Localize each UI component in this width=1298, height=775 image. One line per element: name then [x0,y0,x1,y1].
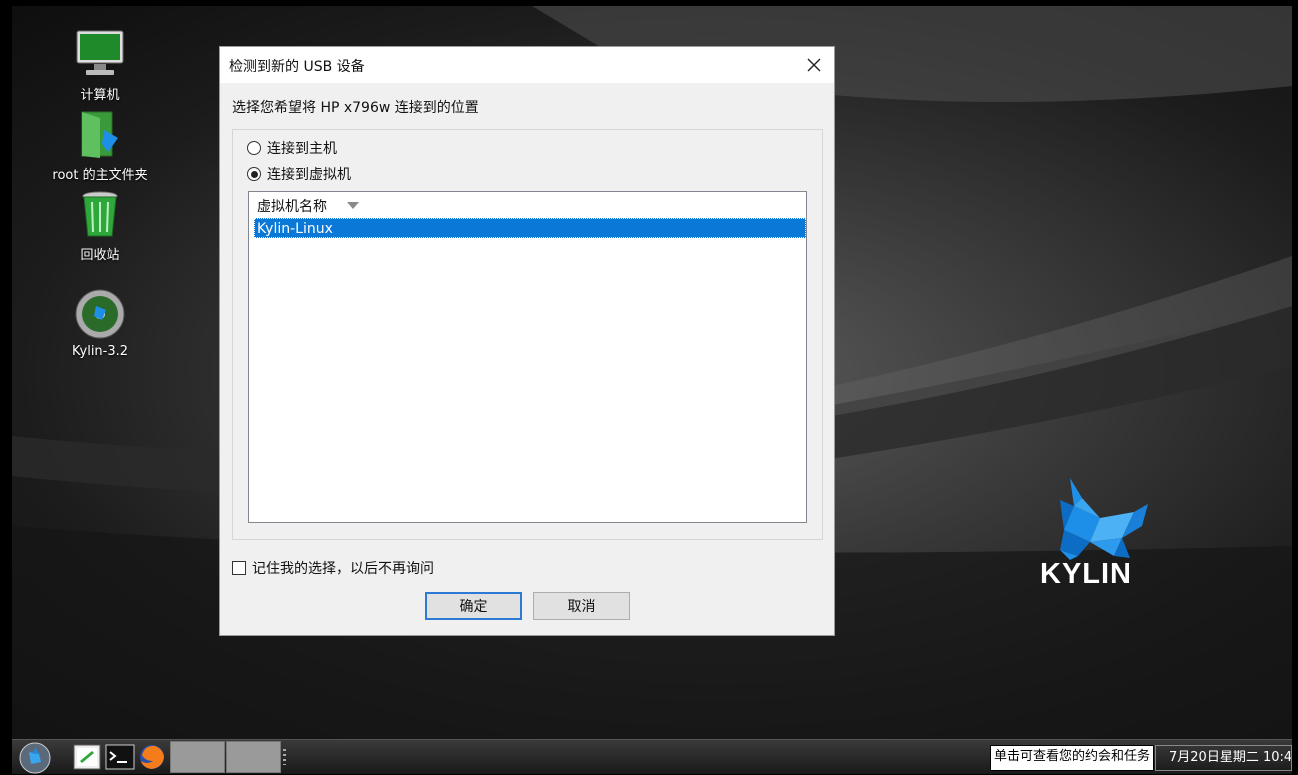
connection-options-group: 连接到主机 连接到虚拟机 虚拟机名称 Kylin-Linux [232,129,823,540]
desktop-icon-label: 回收站 [80,248,120,263]
remember-label: 记住我的选择，以后不再询问 [252,561,434,577]
disc-icon [75,289,125,339]
desktop-icon-label: 计算机 [80,88,120,103]
vm-list-header[interactable]: 虚拟机名称 [249,192,806,217]
desktop-icon-computer[interactable]: 计算机 [45,28,155,103]
desktop-icon-disc[interactable]: Kylin-3.2 [45,288,155,359]
dialog-titlebar[interactable]: 检测到新的 USB 设备 [220,47,834,83]
start-menu-icon[interactable] [19,742,51,774]
desktop-icon-label: Kylin-3.2 [71,344,129,359]
dialog-prompt: 选择您希望将 HP x796w 连接到的位置 [232,100,479,116]
trash-icon [82,191,118,237]
terminal-icon[interactable] [105,743,135,771]
calendar-tooltip: 单击可查看您的约会和任务 [990,745,1155,771]
option-label: 连接到虚拟机 [267,167,351,183]
taskbar: 单击可查看您的约会和任务 7月20日星期二 10:49 [12,739,1292,774]
desktop-icon-label: root 的主文件夹 [52,168,148,183]
dialog-title: 检测到新的 USB 设备 [229,59,365,75]
firefox-icon[interactable] [137,743,167,771]
option-label: 连接到主机 [267,141,337,157]
remember-checkbox[interactable] [232,561,246,575]
close-icon[interactable] [804,55,824,75]
list-item[interactable]: Kylin-Linux [254,218,806,238]
option-connect-host[interactable]: 连接到主机 [247,138,337,158]
kylin-brand-text: KYLIN [1040,558,1132,590]
ok-button[interactable]: 确定 [425,592,522,620]
text-editor-icon[interactable] [72,743,102,771]
sort-arrow-icon [347,202,359,209]
remember-choice[interactable]: 记住我的选择，以后不再询问 [232,558,434,578]
taskbar-window-1[interactable] [170,741,225,773]
desktop-icon-home-folder[interactable]: root 的主文件夹 [45,108,155,183]
column-header-vm-name: 虚拟机名称 [257,199,327,215]
radio-host[interactable] [247,141,261,155]
cancel-button[interactable]: 取消 [533,592,630,620]
taskbar-drag-handle[interactable] [283,749,286,765]
taskbar-window-2[interactable] [226,741,281,773]
computer-icon [76,30,124,75]
vm-list[interactable]: 虚拟机名称 Kylin-Linux [248,191,807,523]
radio-vm[interactable] [247,167,261,181]
desktop-icon-trash[interactable]: 回收站 [45,188,155,263]
usb-device-dialog: 检测到新的 USB 设备 选择您希望将 HP x796w 连接到的位置 连接到主… [219,46,835,636]
clock[interactable]: 7月20日星期二 10:49 [1155,745,1292,771]
home-folder-icon [81,111,118,158]
option-connect-vm[interactable]: 连接到虚拟机 [247,164,351,184]
